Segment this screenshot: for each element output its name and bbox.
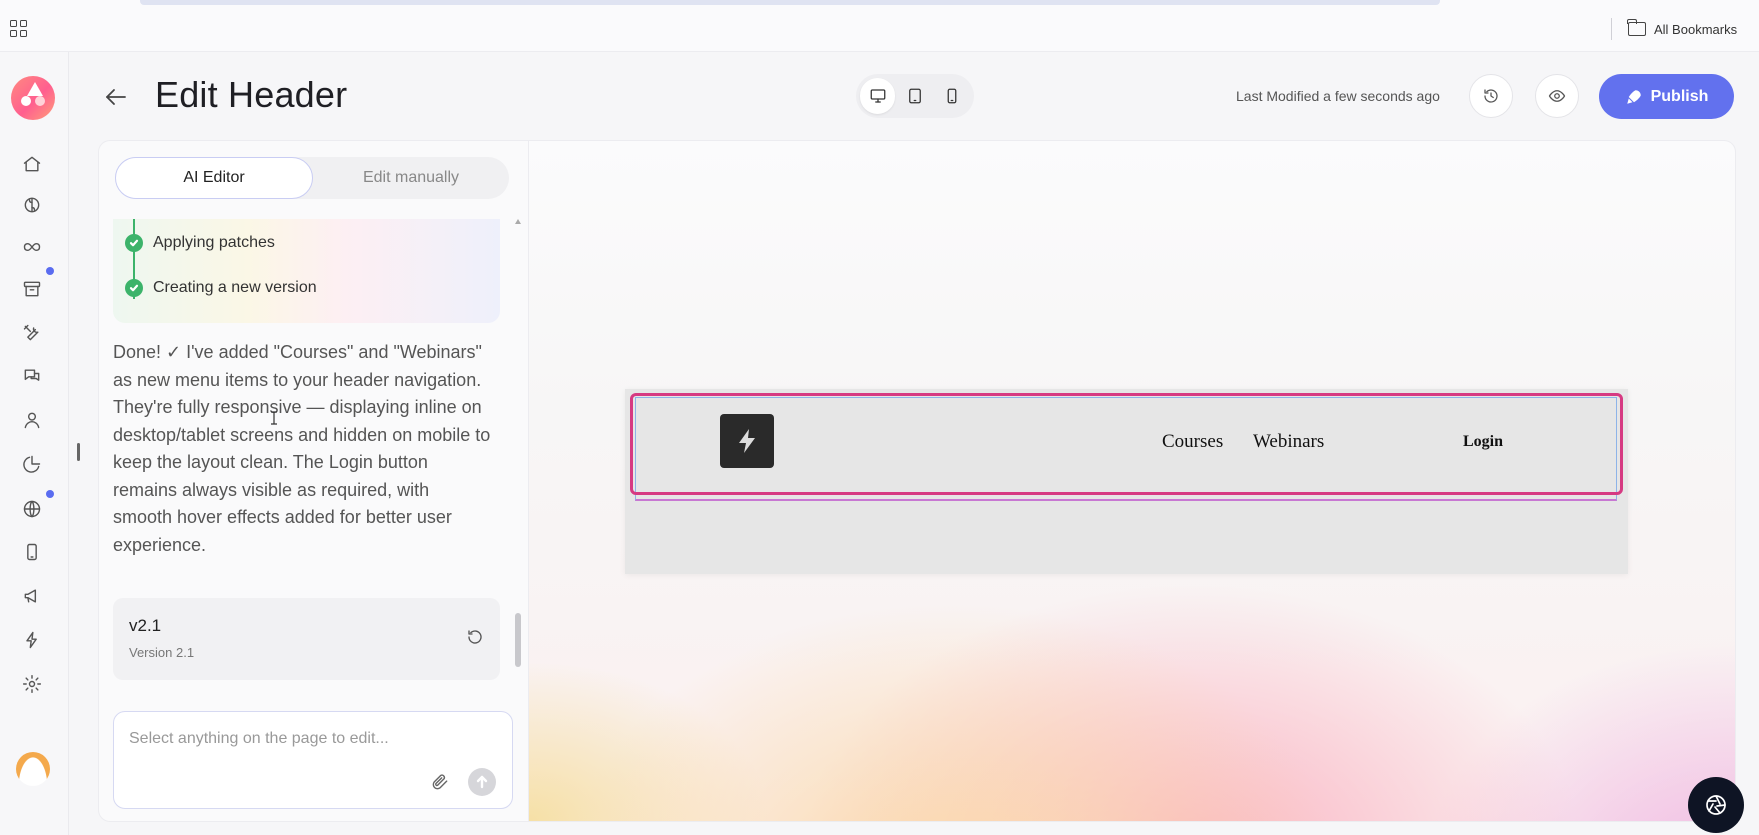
step-label: Applying patches (153, 234, 275, 251)
megaphone-icon[interactable] (20, 584, 44, 608)
aperture-icon (1706, 795, 1726, 815)
page-title: Edit Header (155, 74, 348, 115)
all-bookmarks-label: All Bookmarks (1654, 21, 1738, 37)
tab-ai-editor[interactable]: AI Editor (115, 157, 313, 199)
rail-resize-handle[interactable] (77, 443, 80, 461)
infinity-icon[interactable] (20, 235, 44, 259)
mobile-icon[interactable] (20, 540, 44, 564)
app-logo[interactable] (11, 76, 55, 120)
lightning-icon[interactable] (20, 628, 44, 652)
ai-editor-panel: AI Editor Edit manually Applying patches… (98, 140, 528, 822)
globe-badge (46, 490, 54, 498)
tab-edit-manually[interactable]: Edit manually (313, 157, 509, 199)
archive-icon[interactable] (20, 277, 44, 301)
settings-icon[interactable] (20, 672, 44, 696)
editor-tabs: AI Editor Edit manually (115, 157, 509, 199)
step-item: Creating a new version (125, 279, 317, 297)
chat-icon[interactable] (20, 364, 44, 388)
version-card[interactable]: v2.1 Version 2.1 (113, 598, 500, 680)
progress-steps: Applying patches Creating a new version (113, 219, 500, 323)
version-subtitle: Version 2.1 (129, 645, 195, 660)
folder-icon (1627, 19, 1646, 36)
check-circle-icon (125, 234, 143, 252)
step-label: Creating a new version (153, 279, 317, 296)
version-name: v2.1 (129, 616, 162, 635)
check-circle-icon (125, 279, 143, 297)
pie-chart-icon[interactable] (20, 452, 44, 476)
ai-response-message: Done! ✓ I've added "Courses" and "Webina… (113, 342, 491, 555)
site-logo[interactable] (720, 414, 774, 468)
assistant-fab[interactable] (1688, 777, 1744, 833)
device-toggle (856, 74, 974, 118)
prompt-input[interactable]: Select anything on the page to edit... (113, 711, 513, 809)
back-arrow-icon[interactable] (104, 86, 128, 108)
globe-icon[interactable] (20, 497, 44, 521)
user-avatar[interactable] (16, 752, 50, 786)
text-cursor-icon (270, 411, 278, 425)
bookmarks-bar: All Bookmarks (0, 0, 1759, 52)
last-modified-text: Last Modified a few seconds ago (1236, 88, 1440, 104)
nav-item-webinars[interactable]: Webinars (1253, 431, 1324, 453)
tools-icon[interactable] (20, 321, 44, 345)
messages-scrollbar[interactable] (514, 219, 522, 689)
paperclip-icon[interactable] (430, 772, 450, 792)
arrow-up-icon (476, 775, 488, 789)
site-header-preview[interactable]: Courses Webinars Login (625, 389, 1628, 574)
restore-icon[interactable] (466, 628, 484, 646)
bookmarks-separator (1611, 18, 1612, 40)
preview-button[interactable] (1535, 74, 1579, 118)
tab-strip (140, 0, 1440, 5)
history-button[interactable] (1469, 74, 1513, 118)
mobile-view-button[interactable] (935, 78, 970, 114)
rocket-icon (1626, 89, 1641, 104)
preview-canvas: Courses Webinars Login (528, 140, 1736, 822)
all-bookmarks-button[interactable]: All Bookmarks (1627, 18, 1738, 40)
apps-grid-icon[interactable] (10, 20, 28, 38)
history-icon (1484, 89, 1498, 103)
desktop-icon (870, 89, 886, 103)
scrollbar-thumb[interactable] (515, 613, 521, 667)
tablet-view-button[interactable] (897, 78, 932, 114)
publish-button[interactable]: Publish (1599, 74, 1734, 119)
nav-item-courses[interactable]: Courses (1162, 431, 1223, 453)
phone-icon (947, 88, 957, 104)
tablet-icon (909, 88, 921, 104)
archive-badge (46, 267, 54, 275)
step-item: Applying patches (125, 234, 275, 252)
user-icon[interactable] (20, 408, 44, 432)
prompt-placeholder: Select anything on the page to edit... (129, 730, 389, 747)
eye-icon (1548, 90, 1566, 102)
publish-label: Publish (1650, 87, 1709, 105)
left-rail (0, 52, 69, 835)
home-icon[interactable] (20, 152, 44, 176)
lightning-icon (739, 429, 755, 453)
scroll-up-arrow-icon[interactable] (515, 219, 521, 224)
desktop-view-button[interactable] (860, 78, 896, 114)
send-button[interactable] (468, 768, 496, 796)
brain-icon[interactable] (20, 193, 44, 217)
login-button[interactable]: Login (1463, 433, 1503, 451)
